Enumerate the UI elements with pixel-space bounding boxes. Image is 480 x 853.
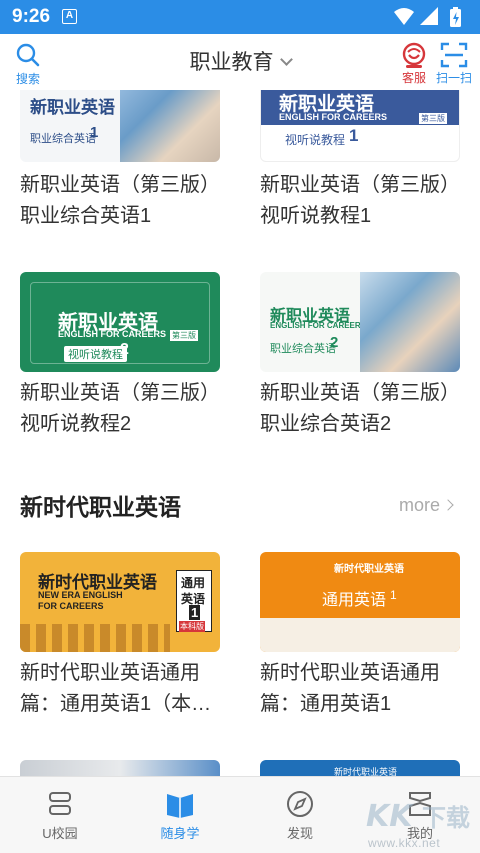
book-cover: 新职业英语 ENGLISH FOR CAREERS 第三版 视听说教程 2	[20, 272, 220, 372]
cover-en: ENGLISH FOR CAREERS	[58, 329, 167, 339]
watermark-url: www.kkx.net	[368, 836, 441, 850]
book-cover: 新职业英语 ENGLISH FOR CAREERS 职业综合英语 2	[260, 272, 460, 372]
status-time: 9:26	[12, 6, 51, 27]
cover-skyline	[20, 624, 170, 652]
nav-ucampus[interactable]: U校园	[12, 777, 108, 853]
cover-subtitle: 职业综合英语	[30, 133, 96, 145]
cover-title: 新时代职业英语	[334, 564, 404, 575]
scan-label: 扫一扫	[435, 71, 472, 85]
nav-label: 随身学	[160, 826, 200, 841]
status-icons	[394, 7, 461, 27]
cover-subtitle: 通用英语	[322, 592, 387, 609]
book-title[interactable]: 新职业英语（第三版）职业综合英语1	[20, 170, 230, 232]
cover-photo	[360, 272, 460, 372]
book-cover: 新职业英语 职业综合英语 1	[20, 90, 220, 162]
cover-photo	[120, 90, 220, 162]
nav-label: U校园	[42, 826, 78, 841]
cover-title: 新职业英语	[30, 98, 115, 117]
cover-en: NEW ERA ENGLISH	[38, 590, 123, 600]
compass-icon	[287, 791, 313, 817]
notification-a-icon: A	[62, 9, 77, 24]
book-card[interactable]: 新时代职业英语 NEW ERA ENGLISH FOR CAREERS 通用 英…	[20, 552, 220, 652]
cover-subtitle: 视听说教程	[285, 133, 346, 147]
cover-en: ENGLISH FOR CAREERS	[279, 112, 388, 122]
wifi-icon	[394, 8, 414, 25]
signal-icon	[420, 7, 438, 25]
chevron-right-icon	[442, 499, 454, 511]
app-screen: 9:26 A 搜索 职业教育 客服 扫一扫 新职业英语 职业综合英语 1 新职业…	[0, 0, 480, 853]
cover-subtitle: 职业综合英语	[270, 343, 336, 355]
customer-service-icon	[402, 42, 426, 68]
section-title: 新时代职业英语	[20, 494, 181, 520]
cover-side-block: 通用 英语 1 本科版	[176, 570, 212, 632]
book-icon	[167, 794, 193, 818]
book-title[interactable]: 新职业英语（第三版）职业综合英语2	[260, 378, 470, 440]
cover-en: ENGLISH FOR CAREERS	[270, 321, 367, 330]
book-title[interactable]: 新职业英语（第三版）视听说教程1	[260, 170, 470, 232]
book-card[interactable]: 新职业英语 ENGLISH FOR CAREERS 第三版 视听说教程 2	[20, 272, 220, 372]
search-button[interactable]: 搜索	[10, 40, 46, 86]
svg-text:KK: KK	[366, 799, 415, 834]
category-selector[interactable]: 职业教育	[160, 46, 320, 76]
book-card[interactable]: 新职业英语 ENGLISH FOR CAREERS 第三版 视听说教程 1	[260, 90, 460, 162]
cover-number: 1	[349, 126, 359, 145]
search-icon	[16, 43, 40, 67]
customer-service-button[interactable]: 客服	[396, 38, 432, 88]
scan-icon	[440, 42, 468, 68]
page-title: 职业教育	[189, 51, 274, 74]
battery-icon	[450, 7, 461, 27]
kk-watermark-logo: KK 下载 www.kkx.net	[362, 792, 480, 852]
service-label: 客服	[401, 71, 426, 85]
nav-study[interactable]: 随身学	[132, 777, 228, 853]
app-header: 搜索 职业教育 客服 扫一扫	[0, 34, 480, 90]
search-label: 搜索	[15, 72, 40, 86]
book-card[interactable]: 新时代职业英语 通用英语 1	[260, 552, 460, 652]
book-card[interactable]: 新时代职业英语	[260, 760, 460, 776]
chevron-down-icon	[279, 53, 293, 66]
book-cover: 新时代职业英语	[260, 760, 460, 776]
cover-number: 2	[120, 341, 129, 358]
status-bar: 9:26 A	[0, 0, 480, 34]
book-card[interactable]: 新职业英语 职业综合英语 1	[20, 90, 220, 162]
cover-subtitle: 视听说教程	[64, 346, 127, 362]
book-card[interactable]: 新职业英语 ENGLISH FOR CAREERS 职业综合英语 2	[260, 272, 460, 372]
nav-discover[interactable]: 发现	[252, 777, 348, 853]
scan-button[interactable]: 扫一扫	[434, 38, 474, 88]
book-cover: 新时代职业英语 NEW ERA ENGLISH FOR CAREERS 通用 英…	[20, 552, 220, 652]
cover-en: FOR CAREERS	[38, 601, 104, 611]
nav-label: 发现	[286, 826, 313, 841]
cover-illustration	[260, 618, 460, 652]
book-card[interactable]	[20, 760, 220, 776]
cover-number: 1	[390, 588, 397, 602]
ucampus-icon	[49, 792, 71, 815]
book-cover: 新时代职业英语 通用英语 1	[260, 552, 460, 652]
more-link[interactable]: more	[399, 495, 454, 516]
book-title[interactable]: 新时代职业英语通用篇：通用英语1	[260, 658, 470, 720]
cover-number: 2	[330, 334, 339, 351]
svg-text:下载: 下载	[422, 804, 470, 832]
book-title[interactable]: 新时代职业英语通用篇：通用英语1（本…	[20, 658, 230, 720]
book-title[interactable]: 新职业英语（第三版）视听说教程2	[20, 378, 230, 440]
edition-badge: 第三版	[419, 113, 447, 124]
book-list[interactable]: 新职业英语 职业综合英语 1 新职业英语（第三版）职业综合英语1 新职业英语 E…	[0, 90, 480, 776]
cover-number: 1	[90, 124, 99, 141]
book-cover: 新职业英语 ENGLISH FOR CAREERS 第三版 视听说教程 1	[260, 90, 460, 162]
watermark-mark: KK 下载	[366, 799, 470, 834]
more-label: more	[399, 495, 441, 515]
book-cover	[20, 760, 220, 776]
edition-badge: 第三版	[170, 330, 198, 341]
cover-title: 新时代职业英语	[334, 767, 398, 776]
